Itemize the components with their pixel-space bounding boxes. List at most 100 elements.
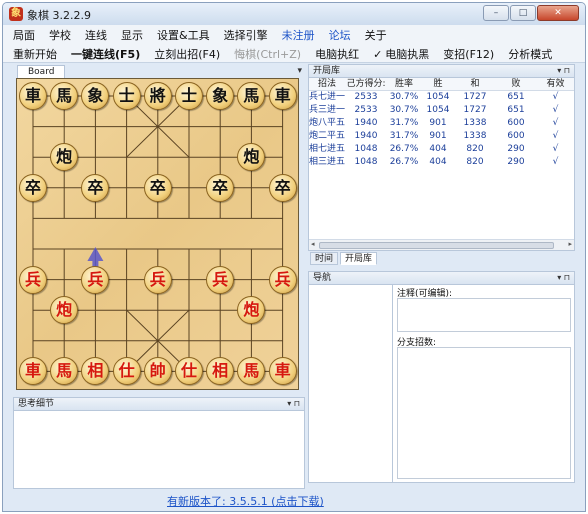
red-piece[interactable]: 仕 [112, 357, 141, 386]
think-details-panel: 思考细节 ▾ ⊓ [13, 397, 305, 489]
black-piece[interactable]: 卒 [143, 173, 172, 202]
toolbar: 重新开始 一键连线(F5) 立刻出招(F4) 悔棋(Ctrl+Z) 电脑执红 ✓… [3, 45, 585, 63]
one-click-link-button[interactable]: 一键连线(F5) [71, 46, 140, 62]
chess-board[interactable]: 車馬象士將士象馬車炮炮卒卒卒卒卒兵兵兵兵兵炮炮車馬相仕帥仕相馬車 [16, 78, 299, 390]
black-piece[interactable]: 士 [112, 82, 141, 110]
menu-settings-tools[interactable]: 设置&工具 [157, 27, 210, 43]
red-piece[interactable]: 帥 [143, 357, 172, 386]
scroll-right-icon[interactable]: ▸ [568, 240, 572, 248]
minimize-button[interactable]: – [483, 5, 509, 21]
restart-button[interactable]: 重新开始 [13, 46, 57, 62]
black-piece[interactable]: 將 [143, 82, 172, 110]
panel-pin-icon[interactable]: ▾ ⊓ [557, 65, 570, 77]
panel-pin-icon[interactable]: ▾ ⊓ [287, 398, 300, 410]
table-cell: 1054 [426, 105, 450, 115]
think-panel-title: 思考细节 [18, 399, 55, 409]
app-logo-icon: 象 [9, 7, 23, 21]
computer-red-toggle[interactable]: 电脑执红 [315, 46, 359, 62]
analysis-mode-button[interactable]: 分析模式 [508, 46, 552, 62]
lower-tabs: 时间 开局库 [308, 252, 575, 266]
menu-select-engine[interactable]: 选择引擎 [224, 27, 268, 43]
black-piece[interactable]: 卒 [81, 173, 110, 202]
move-now-button[interactable]: 立刻出招(F4) [154, 46, 220, 62]
menu-unregistered[interactable]: 未注册 [282, 27, 315, 43]
update-download-link[interactable]: 有新版本了: 3.5.5.1 (点击下载) [167, 493, 324, 509]
black-piece[interactable]: 車 [268, 82, 297, 110]
table-row[interactable]: 相三进五 1048 26.7% 404 820 290 √ [309, 156, 574, 169]
computer-black-label: 电脑执黑 [385, 47, 430, 61]
scroll-left-icon[interactable]: ◂ [311, 240, 315, 248]
table-cell: 600 [507, 118, 525, 128]
black-piece[interactable]: 士 [175, 82, 203, 110]
table-cell: 26.7% [389, 157, 419, 167]
branch-moves-list[interactable] [397, 347, 571, 479]
table-cell: 1940 [354, 131, 378, 141]
red-piece[interactable]: 兵 [19, 265, 47, 294]
menu-position[interactable]: 局面 [13, 27, 35, 43]
table-cell: √ [552, 131, 559, 141]
table-row[interactable]: 相七进五 1048 26.7% 404 820 290 √ [309, 143, 574, 156]
table-cell: 651 [507, 92, 525, 102]
table-row[interactable]: 兵七进一 2533 30.7% 1054 1727 651 √ [309, 91, 574, 104]
table-row[interactable]: 兵三进一 2533 30.7% 1054 1727 651 √ [309, 104, 574, 117]
black-piece[interactable]: 車 [19, 82, 47, 110]
column-header[interactable]: 有效 [537, 78, 574, 90]
table-cell: 1054 [426, 92, 450, 102]
table-cell: √ [552, 144, 559, 154]
maximize-button[interactable]: □ [510, 5, 536, 21]
table-cell: 30.7% [389, 92, 419, 102]
move-list[interactable] [309, 285, 393, 482]
change-move-button[interactable]: 变招(F12) [443, 46, 494, 62]
menu-display[interactable]: 显示 [121, 27, 143, 43]
column-header[interactable]: 胜 [421, 78, 455, 90]
red-piece[interactable]: 兵 [268, 265, 297, 294]
table-cell: 901 [429, 131, 447, 141]
think-panel-header: 思考细节 ▾ ⊓ [14, 398, 304, 411]
table-cell: 兵七进一 [309, 92, 345, 102]
status-bar: 有新版本了: 3.5.5.1 (点击下载) [3, 489, 585, 509]
table-cell: 901 [429, 118, 447, 128]
column-header[interactable]: 胜率 [387, 78, 421, 90]
panel-pin-icon[interactable]: ▾ ⊓ [557, 272, 570, 284]
column-header[interactable]: 败 [495, 78, 537, 90]
menu-about[interactable]: 关于 [365, 27, 387, 43]
tab-board[interactable]: Board [17, 65, 66, 78]
window-controls: – □ ✕ [483, 5, 579, 21]
table-cell: √ [552, 118, 559, 128]
black-piece[interactable]: 卒 [268, 173, 297, 202]
menu-link[interactable]: 连线 [85, 27, 107, 43]
tab-time[interactable]: 时间 [310, 252, 339, 265]
column-header[interactable]: 己方得分: [345, 78, 387, 90]
menu-school[interactable]: 学校 [49, 27, 71, 43]
checkmark-icon: ✓ [373, 47, 383, 61]
menu-forum[interactable]: 论坛 [329, 27, 351, 43]
panel-menu-icon[interactable]: ▾ [297, 66, 302, 76]
red-piece[interactable]: 車 [268, 357, 297, 386]
scrollbar-thumb[interactable] [319, 242, 554, 249]
table-row[interactable]: 炮八平五 1940 31.7% 901 1338 600 √ [309, 117, 574, 130]
close-button[interactable]: ✕ [537, 5, 579, 21]
black-piece[interactable]: 馬 [50, 82, 79, 110]
red-piece[interactable]: 兵 [81, 265, 110, 294]
black-piece[interactable]: 卒 [19, 173, 47, 202]
column-header[interactable]: 招法 [309, 78, 345, 90]
tab-opening-book[interactable]: 开局库 [340, 252, 378, 265]
black-piece[interactable]: 象 [206, 82, 235, 110]
computer-black-toggle[interactable]: ✓ 电脑执黑 [373, 46, 429, 62]
navigation-panel: 导航 ▾ ⊓ 注释(可编辑): 分支招数: [308, 271, 575, 483]
table-cell: √ [552, 105, 559, 115]
black-piece[interactable]: 卒 [206, 173, 235, 202]
board-panel: Board ▾ 車馬象士將士象馬車炮炮卒卒卒卒卒兵兵兵兵兵炮炮車馬相仕帥仕相馬車 [13, 64, 305, 394]
column-header[interactable]: 和 [455, 78, 495, 90]
table-cell: 相七进五 [309, 144, 345, 154]
table-row[interactable]: 炮二平五 1940 31.7% 901 1338 600 √ [309, 130, 574, 143]
table-cell: 31.7% [389, 118, 419, 128]
horizontal-scrollbar[interactable]: ◂ ▸ [309, 239, 574, 250]
red-piece[interactable]: 兵 [143, 265, 172, 294]
window-title: 象棋 3.2.2.9 [27, 9, 91, 22]
table-cell: 1727 [463, 92, 487, 102]
undo-button[interactable]: 悔棋(Ctrl+Z) [234, 46, 301, 62]
table-cell: 820 [466, 144, 484, 154]
note-textarea[interactable] [397, 298, 571, 332]
red-piece[interactable]: 兵 [206, 265, 235, 294]
